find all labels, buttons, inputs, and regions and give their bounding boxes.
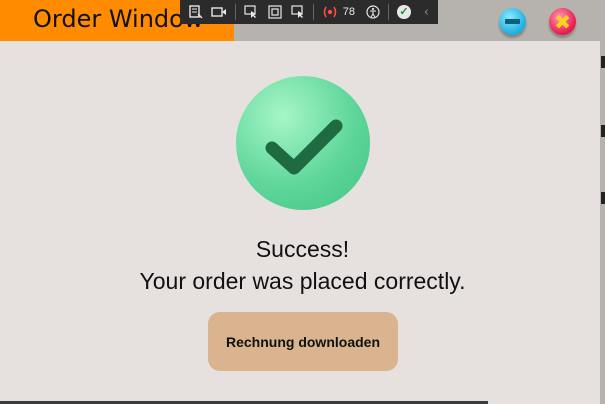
binding-failures-icon[interactable] xyxy=(321,3,338,21)
toolbar-separator xyxy=(313,4,315,20)
order-window: Order Window Success! Your order was pla… xyxy=(0,0,600,404)
collapse-icon[interactable]: ‹ xyxy=(418,3,435,21)
issue-count: 78 xyxy=(342,6,355,18)
edge-mark xyxy=(601,125,605,137)
select-element-icon[interactable] xyxy=(243,3,260,21)
debug-toolbar: 78 ✓ ‹ xyxy=(180,0,438,24)
display-layout-adorners-icon[interactable] xyxy=(266,3,283,21)
minimize-icon xyxy=(505,19,520,24)
record-icon[interactable] xyxy=(210,3,227,21)
edge-mark xyxy=(601,192,605,204)
track-focus-icon[interactable] xyxy=(289,3,306,21)
download-invoice-button[interactable]: Rechnung downloaden xyxy=(208,312,398,371)
minimize-button[interactable] xyxy=(499,8,526,35)
close-icon: ✖ xyxy=(554,9,571,34)
live-visual-tree-icon[interactable] xyxy=(187,3,204,21)
toolbar-separator xyxy=(234,4,236,20)
checkmark-icon xyxy=(236,76,370,210)
edge-mark xyxy=(601,56,605,68)
accessibility-issues-icon[interactable] xyxy=(364,3,381,21)
success-headline: Success! xyxy=(255,236,350,262)
window-title: Order Window xyxy=(33,5,204,33)
close-button[interactable]: ✖ xyxy=(549,8,576,35)
check-icon[interactable]: ✓ xyxy=(397,5,411,19)
success-message: Your order was placed correctly. xyxy=(139,268,466,294)
toolbar-separator xyxy=(388,4,390,20)
